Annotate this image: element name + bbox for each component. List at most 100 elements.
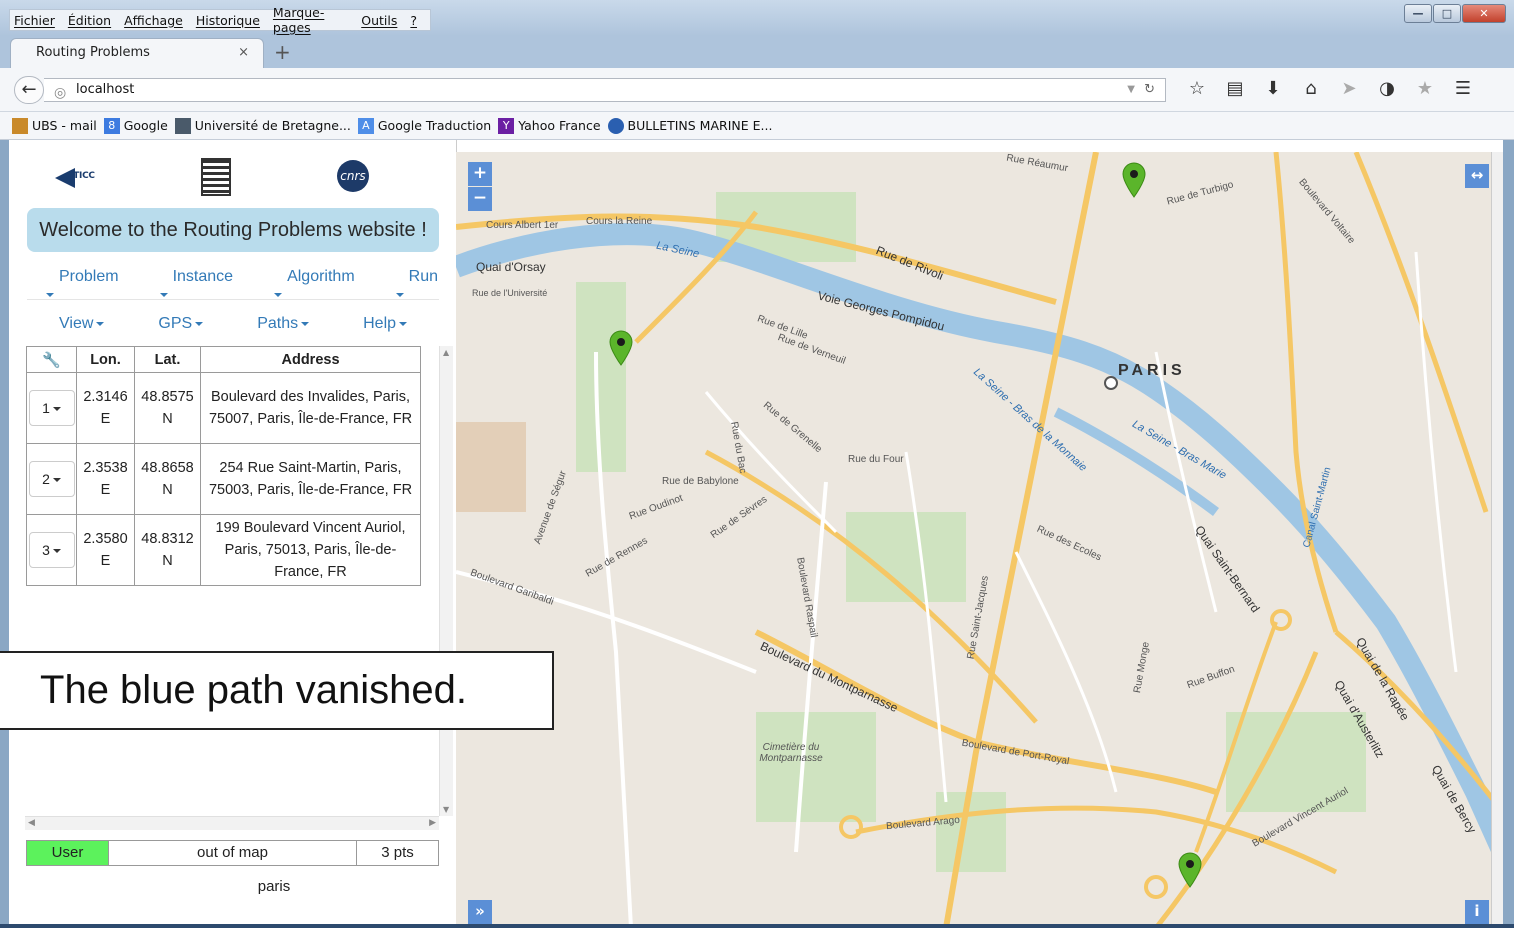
points-count-status: 3 pts xyxy=(357,840,439,866)
menu-fichier[interactable]: Fichier xyxy=(14,13,55,28)
reload-icon[interactable]: ↻ xyxy=(1144,79,1155,101)
map-info-button[interactable]: i xyxy=(1465,900,1489,924)
minimize-button[interactable]: — xyxy=(1404,4,1432,23)
tab-close-icon[interactable]: × xyxy=(238,45,249,60)
back-button[interactable]: ← xyxy=(14,76,44,104)
bookmark-google[interactable]: 8 Google xyxy=(103,117,168,134)
url-bar[interactable]: ◎ localhost ▼ ↻ xyxy=(44,78,1166,102)
point-2-dropdown[interactable]: 2 xyxy=(28,461,75,497)
reading-list-icon[interactable]: ▤ xyxy=(1216,78,1254,99)
map-label: Cimetière du Montparnasse xyxy=(759,742,823,764)
scroll-down-icon[interactable]: ▼ xyxy=(443,805,449,814)
download-icon[interactable]: ⬇ xyxy=(1254,78,1292,99)
new-tab-button[interactable]: + xyxy=(274,40,291,64)
page-vertical-scrollbar[interactable] xyxy=(1491,152,1503,928)
cell-lat: 48.8312 N xyxy=(134,514,201,586)
map-label: Cours Albert 1er xyxy=(486,220,559,231)
bookmark-yahoo[interactable]: Y Yahoo France xyxy=(498,117,601,134)
zoom-out-button[interactable]: − xyxy=(468,187,492,211)
ubs-icon xyxy=(12,117,28,134)
cell-address: Boulevard des Invalides, Paris, 75007, P… xyxy=(200,372,421,444)
menu-edition[interactable]: Édition xyxy=(68,13,111,28)
points-table: 🔧 Lon. Lat. Address 1 2.3146 E 48.8575 N… xyxy=(26,346,421,586)
caret-down-icon xyxy=(159,292,168,297)
bookmark-ubs-mail[interactable]: UBS - mail xyxy=(12,117,97,134)
send-icon[interactable]: ➤ xyxy=(1330,78,1368,99)
paths-dropdown[interactable]: Paths xyxy=(241,315,310,333)
point-1-dropdown[interactable]: 1 xyxy=(28,390,75,426)
univ-icon xyxy=(174,117,191,134)
bookmark-universite[interactable]: Université de Bretagne... xyxy=(174,117,351,134)
bookmark-google-traduction[interactable]: A Google Traduction xyxy=(357,117,491,134)
overlay-caption-box: The blue path vanished. xyxy=(0,651,554,730)
map-label: Quai d'Orsay xyxy=(476,260,546,274)
url-history-dropdown-icon[interactable]: ▼ xyxy=(1127,79,1135,101)
caret-down-icon xyxy=(274,292,283,297)
table-header-row: 🔧 Lon. Lat. Address xyxy=(26,346,421,373)
info-icon: i xyxy=(1474,902,1480,920)
header-address: Address xyxy=(200,346,421,373)
scroll-left-icon[interactable]: ◀ xyxy=(28,818,35,828)
menu-outils[interactable]: Outils xyxy=(361,13,397,28)
map-view[interactable]: Cours Albert 1er Cours la Reine Quai d'O… xyxy=(456,152,1503,928)
maximize-button[interactable]: □ xyxy=(1433,4,1461,23)
map-marker-icon[interactable] xyxy=(608,330,634,366)
map-label: Rue de l'Université xyxy=(472,288,548,298)
marine-icon xyxy=(607,117,624,134)
gps-dropdown[interactable]: GPS xyxy=(142,315,204,333)
back-arrow-icon: ← xyxy=(21,79,37,100)
double-chevron-right-icon: » xyxy=(475,902,485,920)
home-icon[interactable]: ⌂ xyxy=(1292,78,1330,99)
table-row: 2 2.3538 E 48.8658 N 254 Rue Saint-Marti… xyxy=(26,443,421,515)
menu-affichage[interactable]: Affichage xyxy=(124,13,183,28)
caret-down-icon xyxy=(52,478,61,483)
ubs-logo xyxy=(201,158,231,196)
cell-address: 199 Boulevard Vincent Auriol, Paris, 750… xyxy=(200,514,421,586)
caret-down-icon xyxy=(195,321,204,326)
tab-routing-problems[interactable]: Routing Problems × xyxy=(10,38,264,68)
status-row: User out of map 3 pts xyxy=(26,840,439,866)
horizontal-scrollbar[interactable]: ◀ ▶ xyxy=(25,816,439,830)
url-text: localhost xyxy=(76,82,135,97)
bookmark-bulletins-marine[interactable]: BULLETINS MARINE E... xyxy=(607,117,772,134)
scroll-right-icon[interactable]: ▶ xyxy=(429,818,436,828)
caret-down-icon xyxy=(52,407,61,412)
map-marker-icon[interactable] xyxy=(1177,852,1203,888)
menu-help[interactable]: ? xyxy=(410,13,417,28)
horizontal-resize-icon: ↔ xyxy=(1470,166,1484,184)
zoom-control: + − xyxy=(468,162,492,211)
star-bookmark-icon[interactable]: ☆ xyxy=(1178,78,1216,99)
map-marker-icon[interactable] xyxy=(1121,162,1147,198)
view-dropdown[interactable]: View xyxy=(43,315,105,333)
menu-marque-pages[interactable]: Marque-pages xyxy=(273,5,348,35)
help-dropdown[interactable]: Help xyxy=(347,315,408,333)
expand-map-button[interactable]: ↔ xyxy=(1465,164,1489,188)
toggle-sidebar-button[interactable]: » xyxy=(468,900,492,924)
menu-historique[interactable]: Historique xyxy=(196,13,260,28)
hamburger-menu-icon[interactable]: ☰ xyxy=(1444,78,1482,99)
cell-lat: 48.8575 N xyxy=(134,372,201,444)
caret-down-icon xyxy=(395,292,404,297)
vertical-scrollbar[interactable]: ▲ ▼ xyxy=(439,346,453,816)
sync-icon[interactable]: ◑ xyxy=(1368,78,1406,99)
globe-icon: ◎ xyxy=(54,85,67,101)
city-label: PARIS xyxy=(1118,362,1186,379)
caret-down-icon xyxy=(96,321,105,326)
table-row: 1 2.3146 E 48.8575 N Boulevard des Inval… xyxy=(26,372,421,444)
scroll-up-icon[interactable]: ▲ xyxy=(443,348,449,357)
window-titlebar: Fichier Édition Affichage Historique Mar… xyxy=(0,0,1514,36)
mode-status: User xyxy=(26,840,109,866)
tab-strip: Routing Problems × + xyxy=(0,36,1514,68)
cell-lon: 2.3146 E xyxy=(76,372,135,444)
map-background xyxy=(456,152,1503,928)
cnrs-logo: cnrs xyxy=(337,160,369,192)
caret-down-icon xyxy=(52,549,61,554)
close-window-button[interactable]: ✕ xyxy=(1462,4,1506,23)
zoom-in-button[interactable]: + xyxy=(468,162,492,186)
cell-lon: 2.3538 E xyxy=(76,443,135,515)
point-3-dropdown[interactable]: 3 xyxy=(28,532,75,568)
table-row: 3 2.3580 E 48.8312 N 199 Boulevard Vince… xyxy=(26,514,421,586)
window-controls: — □ ✕ xyxy=(1403,4,1506,23)
extension-icon[interactable]: ★ xyxy=(1406,78,1444,99)
lab-sticc-logo: STICC xyxy=(55,166,105,188)
